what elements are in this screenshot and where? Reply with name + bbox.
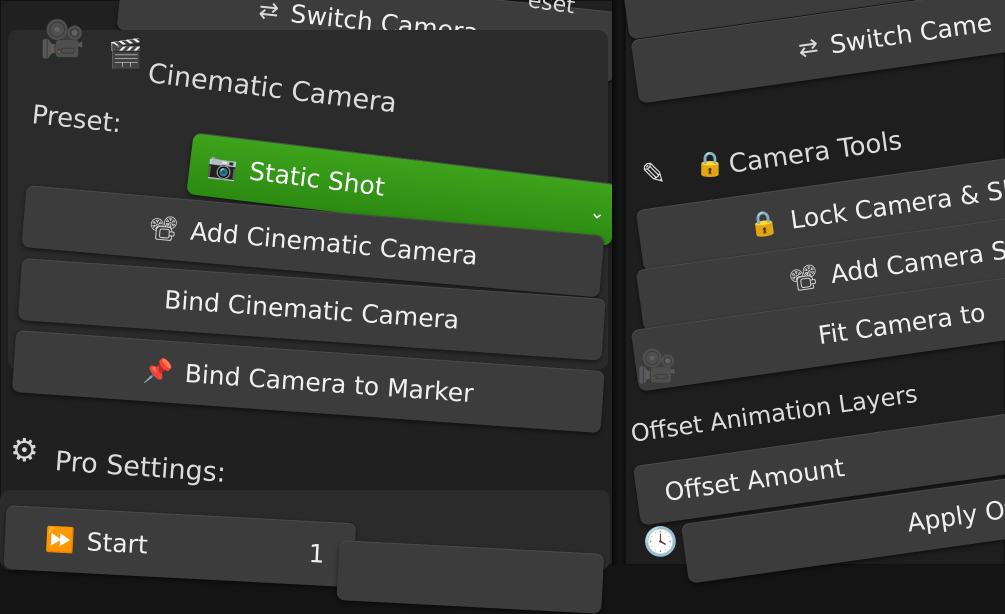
switch-camera-label: Switch Came xyxy=(828,7,994,59)
fast-forward-icon: ⏩ xyxy=(44,525,76,555)
photo-camera-icon: 📷 xyxy=(206,151,240,183)
switch-icon: ⇄ xyxy=(796,32,821,63)
apply-offset-label: Apply Off xyxy=(905,492,1005,538)
clapperboard-icon: 🎬 xyxy=(108,37,143,70)
chevron-down-icon: ⌄ xyxy=(588,201,607,225)
bind-cinematic-camera-label: Bind Cinematic Camera xyxy=(163,284,461,335)
right-panel: ⇄ Switch Came ✎ 🔒 Camera Tools 🔒 Lock Ca… xyxy=(620,0,1005,584)
bind-camera-to-marker-label: Bind Camera to Marker xyxy=(183,358,475,408)
camera-icon: 🎥 xyxy=(637,347,677,385)
lock-icon: 🔒 xyxy=(695,150,725,178)
pin-icon: 📌 xyxy=(142,356,174,387)
gear-icon: ⚙ xyxy=(10,431,39,469)
lock-icon: 🔒 xyxy=(746,207,781,240)
offset-amount-label: Offset Amount xyxy=(662,452,847,507)
movie-camera-icon: 📽 xyxy=(146,212,180,244)
tools-icon: ✎ xyxy=(641,157,667,192)
clock-icon: 🕓 xyxy=(643,525,678,558)
end-field[interactable] xyxy=(336,540,605,614)
camera-icon: 🎥 xyxy=(40,19,85,60)
pro-settings-label: Pro Settings: xyxy=(53,446,227,489)
camera-tools-title: Camera Tools xyxy=(726,125,904,180)
start-value: 1 xyxy=(307,538,326,569)
switch-icon: ⇄ xyxy=(257,0,281,26)
add-cinematic-camera-label: Add Cinematic Camera xyxy=(189,216,479,271)
left-panel: ⇄ Switch Camera eset 🎥 🎬 Cinematic Camer… xyxy=(0,0,621,614)
preset-value: Static Shot xyxy=(247,155,387,202)
start-label: Start xyxy=(86,526,149,559)
movie-camera-icon: 📽 xyxy=(786,262,821,294)
fit-camera-label: Fit Camera to xyxy=(816,297,988,350)
